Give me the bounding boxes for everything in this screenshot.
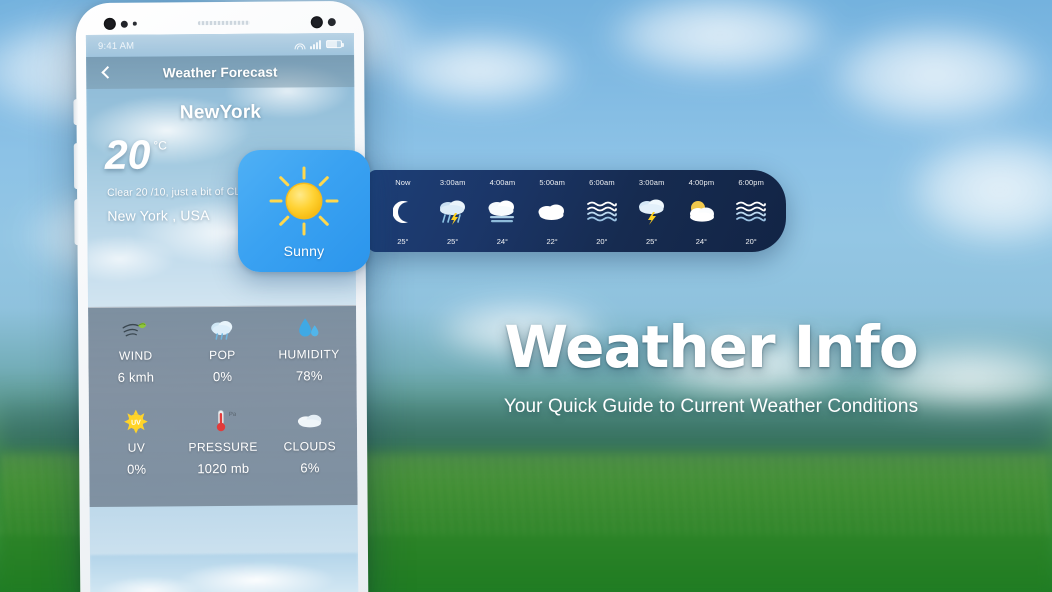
svg-text:UV: UV	[131, 419, 141, 426]
hourly-temp: 20°	[745, 237, 757, 246]
proximity-sensor-icon	[327, 18, 336, 27]
hourly-temp: 24°	[695, 237, 708, 246]
mist-waves-icon	[734, 198, 768, 226]
app-store-banner: 9:41 AM Weather Forecast NewYork 20 °C C…	[0, 0, 1052, 592]
thermometer-icon: Pa	[210, 408, 236, 432]
detail-cell-uv: UV UV 0%	[93, 409, 180, 501]
hourly-temp: 25°	[397, 237, 409, 246]
app-subtitle: Your Quick Guide to Current Weather Cond…	[503, 396, 919, 417]
hourly-temp: 20°	[596, 237, 608, 246]
phone-volume-up-button[interactable]	[73, 143, 80, 190]
marketing-copy: Weather Info Your Quick Guide to Current…	[400, 318, 1022, 418]
hourly-temp: 25°	[645, 237, 658, 246]
detail-value: 6%	[300, 459, 320, 475]
wifi-icon	[293, 40, 306, 49]
status-bar-time: 9:41 AM	[97, 40, 135, 52]
detail-label: HUMIDITY	[278, 347, 340, 362]
thunderstorm-icon	[635, 198, 669, 226]
sensor-icon	[120, 20, 128, 28]
hourly-item[interactable]: 3:00am 25°	[627, 178, 677, 246]
hourly-time: 3:00am	[439, 178, 466, 187]
hourly-time: 4:00pm	[688, 178, 715, 187]
detail-value: 78%	[295, 368, 323, 384]
led-indicator-icon	[132, 21, 137, 26]
phone-volume-down-button[interactable]	[74, 199, 80, 246]
detail-value: 1020 mb	[197, 460, 250, 476]
hourly-item[interactable]: Now 25°	[378, 178, 428, 246]
storm-shower-icon	[436, 198, 470, 226]
mist-waves-icon	[585, 198, 619, 226]
iris-scanner-icon	[310, 16, 323, 29]
temperature-value: 20	[104, 131, 151, 178]
hourly-forecast-strip[interactable]: Now 25° 3:00am 25° 4:00am 24° 5:00am 22°…	[368, 170, 786, 252]
hourly-item[interactable]: 6:00am 20°	[577, 178, 627, 246]
cloud-icon	[535, 198, 569, 226]
app-title: Weather Info	[504, 313, 918, 381]
sunny-condition-card[interactable]: Sunny	[238, 150, 370, 272]
signal-icon	[309, 39, 322, 49]
detail-cell-humidity: HUMIDITY 78%	[265, 316, 352, 408]
hourly-time: Now	[395, 178, 411, 187]
detail-label: CLOUDS	[283, 438, 337, 454]
detail-label: UV	[127, 440, 146, 455]
hourly-item[interactable]: 4:00pm 24°	[677, 178, 727, 246]
app-bar: Weather Forecast	[86, 54, 355, 90]
phone-mockup: 9:41 AM Weather Forecast NewYork 20 °C C…	[73, 0, 369, 592]
partly-sunny-icon	[684, 198, 718, 226]
hourly-temp: 22°	[546, 237, 558, 246]
earpiece-speaker	[197, 20, 250, 26]
front-camera-icon	[103, 17, 116, 30]
droplet-icon	[296, 316, 322, 340]
hourly-item[interactable]: 6:00pm 20°	[726, 178, 776, 246]
phone-button-left-1[interactable]	[73, 99, 79, 126]
detail-label: WIND	[118, 348, 153, 363]
detail-cell-wind: WIND 6 kmh	[92, 317, 179, 409]
hourly-item[interactable]: 4:00am 24°	[478, 178, 528, 246]
phone-screen: 9:41 AM Weather Forecast NewYork 20 °C C…	[85, 32, 359, 592]
app-bar-title: Weather Forecast	[162, 64, 278, 80]
detail-value: 0%	[126, 461, 147, 477]
screen-sky-background-bottom	[89, 552, 359, 592]
hourly-item[interactable]: 5:00am 22°	[527, 178, 577, 246]
detail-value: 0%	[212, 368, 233, 385]
hourly-item[interactable]: 3:00am 25°	[428, 178, 478, 246]
detail-label: POP	[209, 347, 236, 363]
detail-value: 6 kmh	[117, 369, 155, 385]
fog-cloud-icon	[485, 198, 519, 226]
sunny-card-label: Sunny	[283, 243, 325, 259]
sun-icon	[269, 166, 339, 236]
battery-icon	[325, 40, 343, 49]
hourly-temp: 24°	[496, 237, 509, 246]
hourly-time: 4:00am	[489, 178, 516, 187]
hourly-time: 6:00am	[589, 178, 615, 187]
detail-cell-clouds: CLOUDS 6%	[266, 407, 353, 499]
temperature-unit: °C	[153, 138, 167, 153]
city-name: NewYork	[179, 101, 262, 124]
phone-notch	[86, 11, 354, 35]
detail-cell-pressure: Pa PRESSURE 1020 mb	[179, 408, 266, 500]
weather-details-grid: WIND 6 kmh POP 0% HUMIDITY 78% UV UV 0% …	[88, 304, 358, 508]
detail-label: PRESSURE	[188, 439, 258, 454]
status-bar: 9:41 AM	[85, 32, 355, 58]
detail-cell-pop: POP 0%	[179, 317, 266, 409]
cloud-icon	[294, 408, 324, 432]
moon-icon	[392, 198, 413, 226]
rain-cloud-icon	[209, 317, 235, 341]
hourly-temp: 25°	[446, 237, 459, 246]
hourly-time: 3:00am	[638, 178, 665, 187]
hourly-time: 5:00am	[539, 178, 565, 187]
uv-sun-icon: UV	[123, 409, 149, 434]
wind-icon	[121, 318, 149, 342]
svg-text:Pa: Pa	[229, 411, 236, 417]
hourly-time: 6:00pm	[738, 178, 764, 187]
